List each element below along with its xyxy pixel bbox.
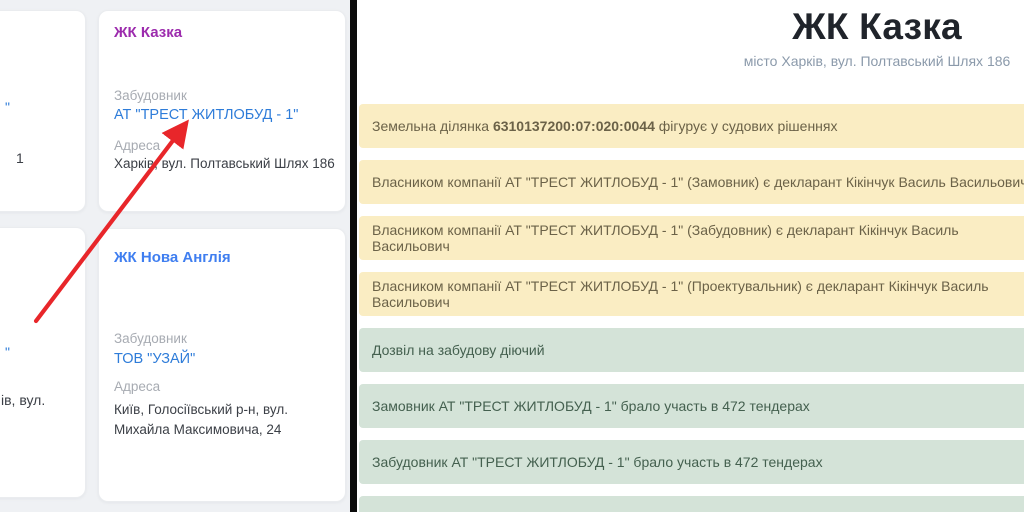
panel-divider	[350, 0, 357, 512]
alert-land-court: Земельна ділянка 6310137200:07:020:0044 …	[359, 104, 1024, 148]
project-title-link[interactable]: ЖК Казка	[114, 24, 182, 41]
page-title: ЖК Казка	[677, 6, 1024, 48]
alert-text: Власником компанії АТ "ТРЕСТ ЖИТЛОБУД - …	[372, 174, 1024, 190]
project-card-nova-anglia[interactable]: ЖК Нова Англія Забудовник ТОВ "УЗАЙ" Адр…	[98, 228, 346, 502]
developer-label: Забудовник	[114, 331, 187, 346]
alert-tenders-zamovnyk: Замовник АТ "ТРЕСТ ЖИТЛОБУД - 1" брало у…	[359, 384, 1024, 428]
alert-partial-row	[359, 496, 1024, 512]
partial-project-card[interactable]	[0, 10, 86, 212]
detail-header: ЖК Казка місто Харків, вул. Полтавський …	[677, 6, 1024, 69]
project-title-link[interactable]: ЖК Нова Англія	[114, 249, 231, 266]
developer-link-fragment[interactable]: "	[5, 344, 10, 360]
alert-text: фігурує у судових рішеннях	[655, 118, 838, 134]
address-fragment: 1	[16, 150, 24, 166]
cadastral-number: 6310137200:07:020:0044	[493, 118, 655, 134]
detail-panel: ЖК Казка місто Харків, вул. Полтавський …	[357, 0, 1024, 512]
alert-owner-zamovnyk: Власником компанії АТ "ТРЕСТ ЖИТЛОБУД - …	[359, 160, 1024, 204]
alert-text: Власником компанії АТ "ТРЕСТ ЖИТЛОБУД - …	[372, 222, 1024, 254]
app-root: " 1 " ів, вул. ЖК Казка Забудовник АТ "Т…	[0, 0, 1024, 512]
developer-link[interactable]: АТ "ТРЕСТ ЖИТЛОБУД - 1"	[114, 107, 298, 123]
developer-link-fragment[interactable]: "	[5, 99, 10, 115]
alert-tenders-zabudovnyk: Забудовник АТ "ТРЕСТ ЖИТЛОБУД - 1" брало…	[359, 440, 1024, 484]
partial-project-card[interactable]	[0, 227, 86, 498]
address-text: Харків, вул. Полтавський Шлях 186	[114, 156, 335, 171]
page-subtitle: місто Харків, вул. Полтавський Шлях 186	[677, 53, 1024, 69]
alert-text: Забудовник АТ "ТРЕСТ ЖИТЛОБУД - 1" брало…	[372, 454, 823, 470]
alert-owner-proektuvalnyk: Власником компанії АТ "ТРЕСТ ЖИТЛОБУД - …	[359, 272, 1024, 316]
alert-permit-active: Дозвіл на забудову діючий	[359, 328, 1024, 372]
address-label: Адреса	[114, 379, 160, 394]
alert-text: Земельна ділянка	[372, 118, 493, 134]
address-text: Київ, Голосіївський р-н, вул. Михайла Ма…	[114, 400, 332, 440]
alert-text: Дозвіл на забудову діючий	[372, 342, 545, 358]
address-fragment: ів, вул.	[1, 392, 45, 408]
address-label: Адреса	[114, 138, 160, 153]
developer-label: Забудовник	[114, 88, 187, 103]
developer-link[interactable]: ТОВ "УЗАЙ"	[114, 351, 195, 367]
alert-text: Замовник АТ "ТРЕСТ ЖИТЛОБУД - 1" брало у…	[372, 398, 810, 414]
alert-list: Земельна ділянка 6310137200:07:020:0044 …	[359, 104, 1024, 512]
listing-panel: " 1 " ів, вул. ЖК Казка Забудовник АТ "Т…	[0, 0, 350, 512]
project-card-kazka[interactable]: ЖК Казка Забудовник АТ "ТРЕСТ ЖИТЛОБУД -…	[98, 10, 346, 212]
alert-owner-zabudovnyk: Власником компанії АТ "ТРЕСТ ЖИТЛОБУД - …	[359, 216, 1024, 260]
alert-text: Власником компанії АТ "ТРЕСТ ЖИТЛОБУД - …	[372, 278, 1024, 310]
